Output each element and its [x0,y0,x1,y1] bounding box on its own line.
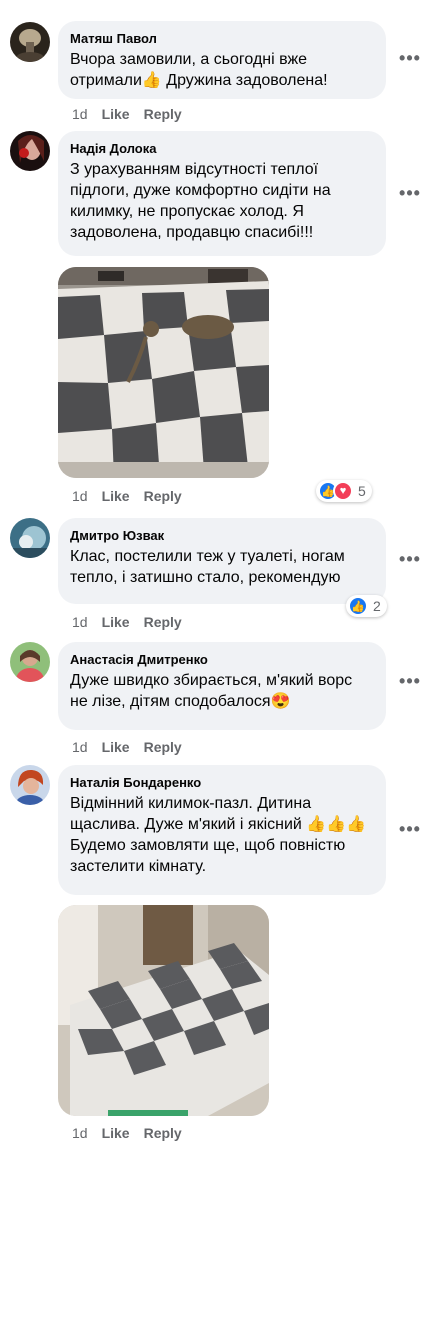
reply-link[interactable]: Reply [144,1125,182,1141]
comment-text: Клас, постелили теж у туалеті, ногам теп… [70,548,345,586]
reaction-count: 2 [373,598,381,614]
like-link[interactable]: Like [102,488,130,504]
comment-actions: 1d Like Reply [72,739,196,755]
more-dots-icon[interactable]: ••• [398,550,422,573]
comment-photo[interactable] [58,267,269,478]
comment-bubble: Надія Долока З урахуванням відсутності т… [58,131,386,256]
like-link[interactable]: Like [102,1125,130,1141]
avatar[interactable] [10,518,50,558]
comment-actions: 1d Like Reply [72,1125,196,1141]
comment-actions: 1d Like Reply [72,106,196,122]
reaction-count: 5 [358,483,366,499]
comment-text: З урахуванням відсутності теплої підлоги… [70,161,331,241]
comment-actions: 1d Like Reply [72,614,196,630]
comment-time[interactable]: 1d [72,106,88,122]
comment-bubble: Анастасія Дмитренко Дуже швидко збираєть… [58,642,386,730]
comment-author[interactable]: Матяш Павол [70,30,374,47]
more-dots-icon[interactable]: ••• [398,184,422,207]
comment-time[interactable]: 1d [72,1125,88,1141]
like-link[interactable]: Like [102,739,130,755]
more-dots-icon[interactable]: ••• [398,820,422,843]
comment-author[interactable]: Надія Долока [70,140,374,157]
comment-text: Дуже швидко збирається, м'який ворс не л… [70,672,353,710]
avatar[interactable] [10,131,50,171]
reaction-summary[interactable]: 👍 2 [346,595,387,617]
love-reaction-icon: ♥ [333,481,353,501]
more-dots-icon[interactable]: ••• [398,49,422,72]
comment-author[interactable]: Дмитро Юзвак [70,527,374,544]
comment-bubble: Наталія Бондаренко Відмінний килимок-паз… [58,765,386,895]
avatar[interactable] [10,22,50,62]
avatar[interactable] [10,765,50,805]
comment-bubble: Матяш Павол Вчора замовили, а сьогодні в… [58,21,386,99]
reply-link[interactable]: Reply [144,614,182,630]
comment-actions: 1d Like Reply [72,488,196,504]
comment-time[interactable]: 1d [72,614,88,630]
reply-link[interactable]: Reply [144,739,182,755]
like-link[interactable]: Like [102,614,130,630]
comment-time[interactable]: 1d [72,488,88,504]
comment-photo[interactable] [58,905,269,1116]
like-link[interactable]: Like [102,106,130,122]
comment-bubble: Дмитро Юзвак Клас, постелили теж у туале… [58,518,386,604]
comment-author[interactable]: Анастасія Дмитренко [70,651,374,668]
comment-text: Вчора замовили, а сьогодні вже отримали👍… [70,51,328,89]
comment-author[interactable]: Наталія Бондаренко [70,774,374,791]
avatar[interactable] [10,642,50,682]
more-dots-icon[interactable]: ••• [398,672,422,695]
comment-time[interactable]: 1d [72,739,88,755]
reaction-summary[interactable]: 👍 ♥ 5 [316,480,372,502]
like-reaction-icon: 👍 [348,596,368,616]
reply-link[interactable]: Reply [144,106,182,122]
comment-text: Відмінний килимок-пазл. Дитина щаслива. … [70,795,367,875]
reply-link[interactable]: Reply [144,488,182,504]
